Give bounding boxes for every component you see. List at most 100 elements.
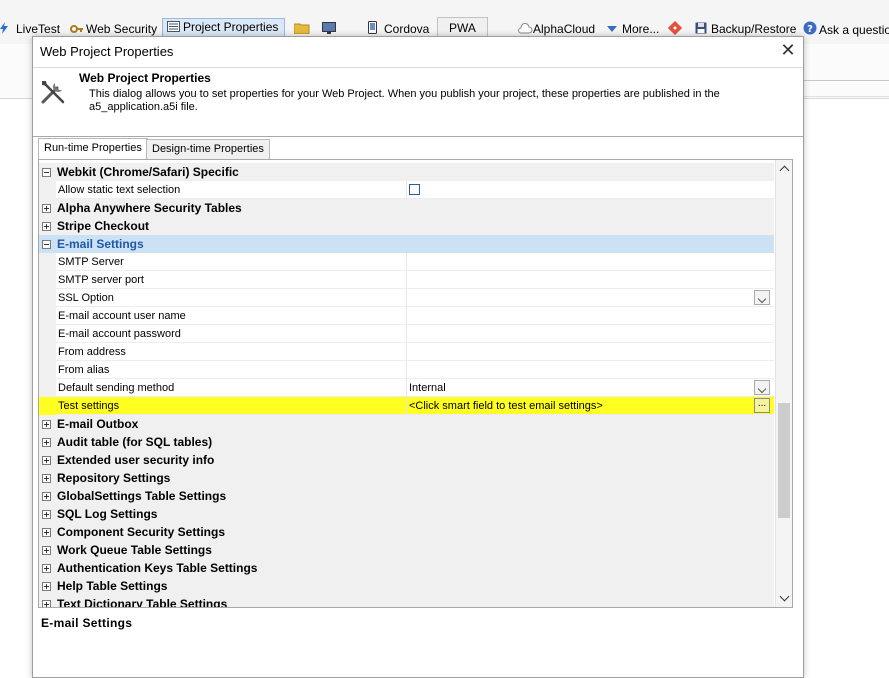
category-row[interactable]: Authentication Keys Table Settings (39, 559, 774, 577)
property-row[interactable]: From alias (39, 361, 774, 379)
category-row[interactable]: Help Table Settings (39, 577, 774, 595)
collapse-icon[interactable] (42, 168, 51, 177)
category-row[interactable]: Audit table (for SQL tables) (39, 433, 774, 451)
cordova-label: Cordova (384, 22, 430, 36)
property-row[interactable]: From address (39, 343, 774, 361)
expand-icon[interactable] (42, 546, 51, 555)
category-label: E-mail Outbox (57, 417, 139, 431)
expand-icon[interactable] (42, 582, 51, 591)
pwa-label: PWA (449, 21, 476, 35)
property-row[interactable]: E-mail account password (39, 325, 774, 343)
property-row[interactable]: Default sending method Internal (39, 379, 774, 397)
row-gutter (39, 307, 56, 325)
category-row[interactable]: Repository Settings (39, 469, 774, 487)
category-row[interactable]: SQL Log Settings (39, 505, 774, 523)
key-icon (70, 22, 83, 33)
ask-question-button[interactable]: ? Ask a question (803, 21, 889, 38)
expand-icon[interactable] (42, 528, 51, 537)
divider (803, 96, 889, 97)
floppy-disk-icon (695, 22, 708, 34)
property-label: SMTP Server (58, 256, 124, 268)
divider (803, 80, 889, 81)
expand-icon[interactable] (42, 564, 51, 573)
project-properties-label: Project Properties (183, 20, 279, 34)
livetest-button[interactable]: LiveTest (0, 21, 60, 37)
monitor-button[interactable] (322, 21, 338, 37)
category-row[interactable]: Extended user security info (39, 451, 774, 469)
svg-text:?: ? (807, 24, 813, 35)
property-value[interactable]: Internal (409, 379, 446, 397)
row-gutter (39, 253, 56, 271)
property-label: E-mail account password (58, 328, 181, 340)
expand-icon[interactable] (42, 474, 51, 483)
scrollbar-thumb[interactable] (778, 403, 790, 518)
more-button[interactable]: More... (606, 21, 659, 37)
close-button[interactable]: ✕ (779, 41, 797, 59)
expand-icon[interactable] (42, 510, 51, 519)
property-row[interactable]: E-mail account user name (39, 307, 774, 325)
backup-restore-label: Backup/Restore (711, 22, 797, 36)
property-label: Test settings (58, 400, 120, 412)
open-folder-button[interactable] (293, 21, 310, 37)
header-title: Web Project Properties (79, 71, 211, 85)
close-icon: ✕ (780, 40, 796, 60)
category-row[interactable]: Alpha Anywhere Security Tables (39, 199, 774, 217)
property-checkbox[interactable] (409, 184, 420, 195)
property-row[interactable]: Test settings <Click smart field to test … (39, 397, 774, 415)
collapse-icon[interactable] (42, 240, 51, 249)
livetest-label: LiveTest (16, 22, 61, 36)
cordova-button[interactable]: Cordova (368, 21, 429, 37)
scroll-up-icon[interactable] (776, 160, 792, 177)
dropdown-arrow-icon[interactable] (754, 380, 770, 395)
property-label: Allow static text selection (58, 184, 181, 196)
lightning-icon (0, 22, 13, 34)
vertical-scrollbar[interactable] (775, 160, 792, 607)
property-row[interactable]: SMTP server port (39, 271, 774, 289)
expand-icon[interactable] (42, 492, 51, 501)
category-row[interactable]: E-mail Outbox (39, 415, 774, 433)
property-row[interactable]: SSL Option (39, 289, 774, 307)
expand-icon[interactable] (42, 456, 51, 465)
property-label: From address (58, 346, 126, 358)
column-divider (406, 271, 407, 288)
scroll-down-icon[interactable] (776, 590, 792, 607)
alphacloud-button[interactable]: AlphaCloud (517, 21, 595, 37)
expand-icon[interactable] (42, 600, 51, 607)
row-gutter (39, 343, 56, 361)
category-label: Stripe Checkout (57, 219, 150, 233)
property-row[interactable]: SMTP Server (39, 253, 774, 271)
property-value[interactable]: <Click smart field to test email setting… (409, 397, 603, 415)
property-row[interactable]: Allow static text selection (39, 181, 774, 199)
category-row[interactable]: Stripe Checkout (39, 217, 774, 235)
category-row[interactable]: Work Queue Table Settings (39, 541, 774, 559)
phone-icon (368, 21, 381, 34)
category-label: Webkit (Chrome/Safari) Specific (57, 165, 239, 179)
category-row[interactable]: GlobalSettings Table Settings (39, 487, 774, 505)
category-label: Authentication Keys Table Settings (57, 561, 258, 575)
web-security-label: Web Security (86, 22, 158, 36)
smart-field-button[interactable]: ... (754, 398, 770, 413)
more-label: More... (622, 22, 660, 36)
category-label: Work Queue Table Settings (57, 543, 212, 557)
tab-design-time-properties[interactable]: Design-time Properties (146, 139, 270, 159)
tab-run-time-properties[interactable]: Run-time Properties (38, 138, 148, 160)
expand-icon[interactable] (42, 222, 51, 231)
backup-restore-button[interactable]: Backup/Restore (695, 21, 796, 37)
expand-icon[interactable] (42, 420, 51, 429)
description-title: E-mail Settings (41, 616, 133, 630)
column-divider (406, 253, 407, 270)
dialog-title: Web Project Properties (40, 44, 174, 59)
category-row[interactable]: Component Security Settings (39, 523, 774, 541)
expand-icon[interactable] (42, 438, 51, 447)
description-panel: E-mail Settings (33, 608, 803, 677)
column-divider (406, 361, 407, 378)
web-security-button[interactable]: Web Security (70, 21, 157, 37)
property-label: From alias (58, 364, 110, 376)
properties-icon (167, 20, 180, 32)
row-gutter (39, 271, 56, 289)
dropdown-arrow-icon[interactable] (754, 290, 770, 305)
expand-icon[interactable] (42, 204, 51, 213)
category-row[interactable]: Text Dictionary Table Settings (39, 595, 774, 607)
category-row[interactable]: E-mail Settings (39, 235, 774, 253)
category-row[interactable]: Webkit (Chrome/Safari) Specific (39, 163, 774, 181)
